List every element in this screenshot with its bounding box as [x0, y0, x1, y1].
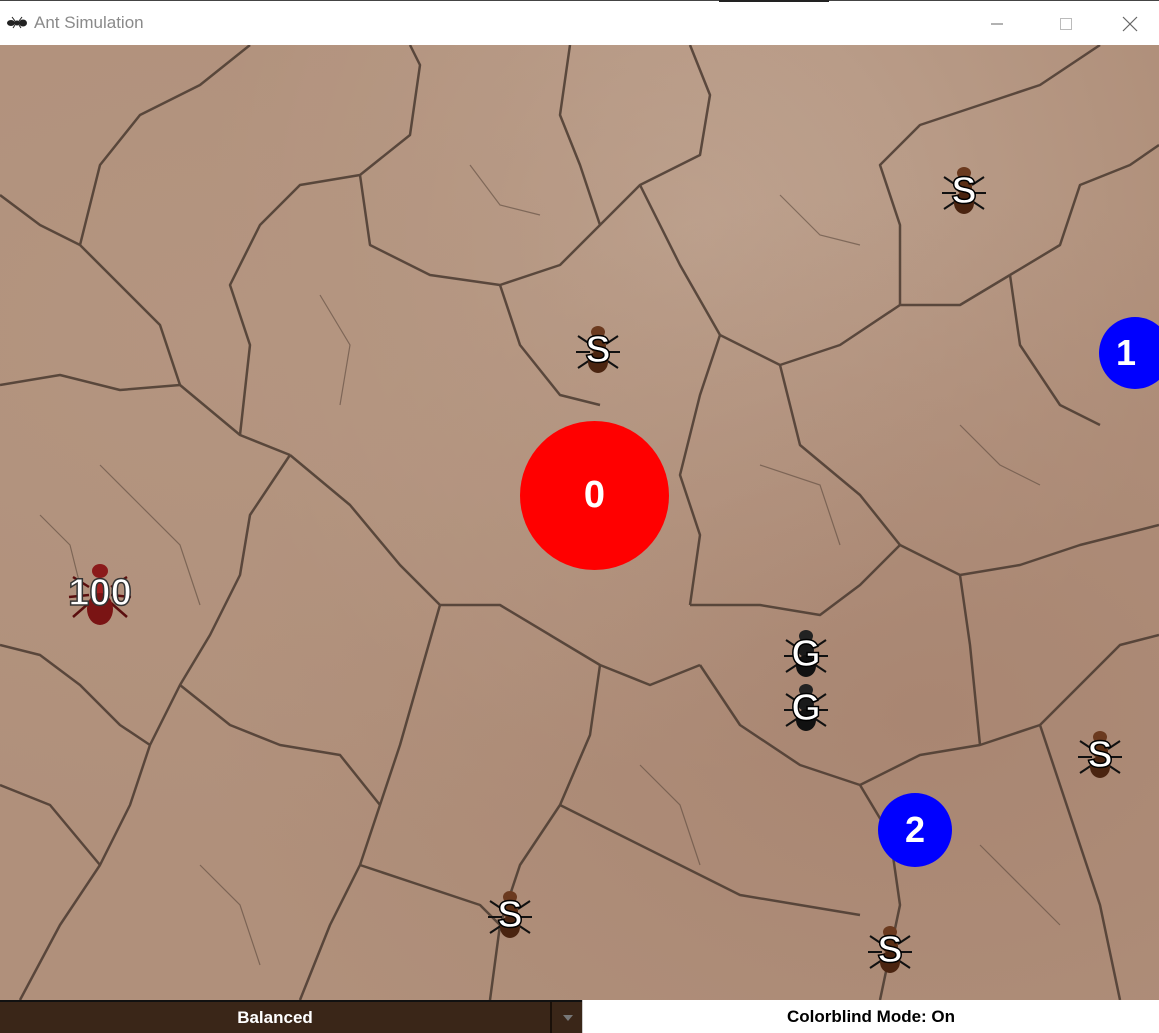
ant-label: G — [790, 632, 821, 676]
minimize-button[interactable] — [962, 1, 1032, 46]
minimize-icon — [991, 23, 1003, 24]
ant-label: S — [585, 328, 612, 372]
queen-ant[interactable]: 100 — [55, 557, 145, 629]
close-button[interactable] — [1101, 1, 1159, 46]
node-0[interactable]: 0 — [520, 421, 669, 570]
window-title: Ant Simulation — [34, 13, 144, 32]
node-2[interactable]: 2 — [878, 793, 952, 867]
chevron-down-icon[interactable] — [553, 1002, 582, 1033]
ant-label: S — [877, 928, 904, 972]
title-bar: Ant Simulation — [0, 0, 1159, 45]
ant-gatherer[interactable]: G — [778, 626, 834, 682]
simulation-field[interactable]: 0 1 2 100 S S G G S S S — [0, 45, 1159, 1000]
ant-soldier[interactable]: S — [482, 887, 538, 943]
node-0-label: 0 — [583, 474, 606, 516]
ant-soldier[interactable]: S — [1072, 727, 1128, 783]
ant-soldier[interactable]: S — [570, 322, 626, 378]
ant-gatherer[interactable]: G — [778, 680, 834, 736]
queen-ant-label: 100 — [68, 571, 133, 615]
ant-soldier[interactable]: S — [862, 922, 918, 978]
node-1-label: 1 — [1115, 332, 1137, 373]
ant-label: G — [790, 686, 821, 730]
close-icon — [1122, 16, 1138, 31]
ant-label: S — [1087, 733, 1114, 777]
title-bar-accent — [719, 0, 829, 2]
mode-dropdown-value: Balanced — [0, 1002, 552, 1033]
mode-dropdown[interactable]: Balanced — [0, 1000, 582, 1033]
ant-label: S — [497, 893, 524, 937]
ant-soldier[interactable]: S — [936, 163, 992, 219]
node-2-label: 2 — [904, 809, 926, 850]
bottom-bar: Balanced Colorblind Mode: On — [0, 1000, 1159, 1033]
maximize-button[interactable] — [1031, 1, 1101, 46]
ant-app-icon — [7, 16, 27, 29]
maximize-icon — [1060, 17, 1072, 30]
ant-label: S — [951, 169, 978, 213]
colorblind-toggle[interactable]: Colorblind Mode: On — [582, 1000, 1159, 1033]
